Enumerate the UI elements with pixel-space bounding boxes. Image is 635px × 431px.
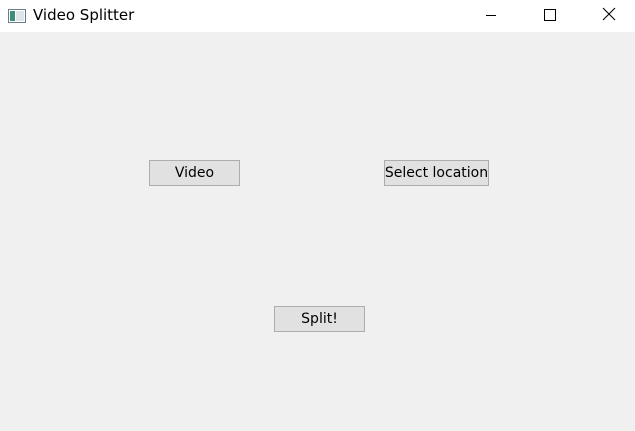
app-icon: [8, 8, 26, 23]
maximize-icon: [544, 6, 556, 25]
select-location-button[interactable]: Select location: [384, 160, 489, 186]
minimize-icon: [485, 6, 497, 25]
close-button[interactable]: [586, 0, 632, 31]
app-window: Video Splitter Video Select location Spl…: [0, 0, 635, 431]
minimize-button[interactable]: [468, 0, 514, 31]
video-button[interactable]: Video: [149, 160, 240, 186]
main-panel: Video Select location Split!: [0, 32, 635, 431]
split-button[interactable]: Split!: [274, 306, 365, 332]
close-icon: [602, 6, 616, 25]
title-bar[interactable]: Video Splitter: [0, 0, 635, 32]
maximize-button[interactable]: [527, 0, 573, 31]
window-title: Video Splitter: [33, 6, 135, 24]
